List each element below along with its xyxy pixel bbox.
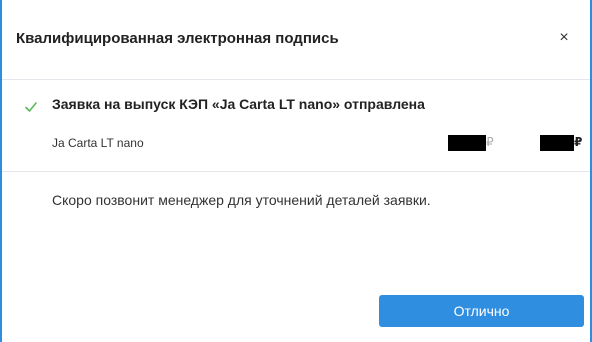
ok-button[interactable]: Отлично (379, 295, 584, 327)
redacted-block (540, 135, 574, 151)
price-old-currency: ₽ (486, 135, 494, 150)
product-name: Ja Carta LT nano (52, 136, 144, 150)
info-message: Скоро позвонит менеджер для уточнений де… (52, 192, 431, 208)
close-icon[interactable]: × (556, 28, 572, 48)
status-title: Заявка на выпуск КЭП «Ja Carta LT nano» … (52, 96, 425, 112)
price-old: ₽ (448, 135, 494, 151)
dialog-header: Квалифицированная электронная подпись × (2, 0, 590, 80)
check-icon (25, 102, 37, 112)
price-new-currency: ₽ (574, 135, 583, 150)
dialog: Квалифицированная электронная подпись × … (0, 0, 592, 342)
dialog-title: Квалифицированная электронная подпись (16, 30, 339, 47)
price-new: ₽ (540, 135, 582, 151)
redacted-block (448, 135, 486, 151)
status-section: Заявка на выпуск КЭП «Ja Carta LT nano» … (2, 80, 590, 172)
